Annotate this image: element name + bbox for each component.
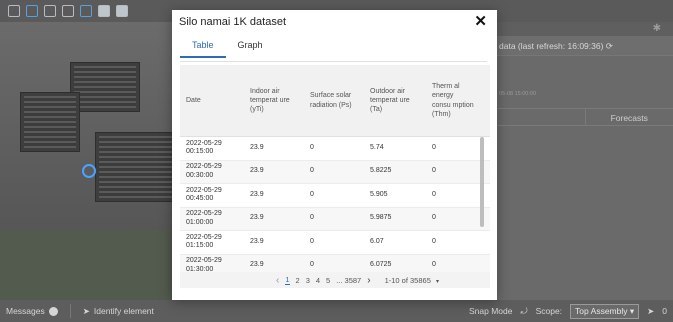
panel-timestamp: 05-08 15:00:00 [499,91,537,97]
cursor-icon: ➤ [82,305,90,316]
scope-value: Top Assembly [575,305,628,316]
cell-ps: 0 [310,190,314,198]
building-model [20,92,80,152]
page-2[interactable]: 2 [296,276,300,285]
table-row[interactable]: 2022-05-29 00:15:00 23.9 0 5.74 0 [180,137,490,161]
building-model [70,62,140,112]
column-header-indoor-air-temp[interactable]: Indoor air temperat ure (yTi) [244,65,304,136]
snap-mode-label[interactable]: Snap Mode [469,306,512,316]
table-row[interactable]: 2022-05-29 01:15:00 23.9 0 6.07 0 [180,231,490,255]
pointer-icon: ➤ [647,305,655,316]
modal-tabs: Table Graph [180,37,275,58]
cell-thm: 0 [432,167,436,175]
cell-ps: 0 [310,261,314,269]
selection-count: 0 [662,306,667,316]
hide-icon[interactable] [116,5,128,17]
page-5[interactable]: 5 [326,276,330,285]
cell-yti: 23.9 [250,214,264,222]
messages-label[interactable]: Messages [6,306,45,316]
panel-tabs: Forecasts [497,108,673,126]
box-tool-icon[interactable] [62,5,74,17]
panel-header: ✱ [497,22,673,36]
identify-element-label[interactable]: Identify element [94,306,154,316]
magnet-icon[interactable]: ⤾ [520,306,527,317]
cell-ta: 6.0725 [370,261,392,269]
page-size-select[interactable]: 1-10 of 35865 ▾ [385,276,439,285]
column-header-solar-radiation[interactable]: Surface solar radiation (Ps) [304,65,364,136]
panel-content: 05-08 15:00:00 [497,56,673,108]
cell-date: 2022-05-29 00:45:00 [186,186,222,203]
scope-label: Scope: [535,306,563,316]
page-4[interactable]: 4 [316,276,320,285]
section-tool-icon[interactable] [80,5,92,17]
cell-yti: 23.9 [250,190,264,198]
cell-ps: 0 [310,143,314,151]
modal-title: Silo namai 1K dataset [179,16,287,28]
layers-icon[interactable] [98,5,110,17]
sensor-beacon-icon[interactable] [82,164,96,178]
refresh-icon[interactable]: ⟳ [606,41,613,51]
cell-ps: 0 [310,167,314,175]
pagination: ‹ 1 2 3 4 5 ... 3587 › 1-10 of 35865 ▾ [180,272,490,288]
table-row[interactable]: 2022-05-29 00:45:00 23.9 0 5.905 0 [180,184,490,208]
cell-thm: 0 [432,190,436,198]
next-page-icon[interactable]: › [367,275,370,286]
3d-viewport[interactable] [0,22,200,300]
dataset-modal: Silo namai 1K dataset ✕ Table Graph Date… [172,10,497,300]
panel-tab-left[interactable] [497,109,586,125]
cell-yti: 23.9 [250,261,264,269]
cell-ps: 0 [310,214,314,222]
chevron-down-icon: ▾ [435,278,439,285]
tab-graph[interactable]: Graph [226,37,275,58]
column-header-thermal-energy[interactable]: Therm al energy consu mption (Thm) [426,65,480,136]
data-table: Date Indoor air temperat ure (yTi) Surfa… [180,65,490,275]
tab-table[interactable]: Table [180,37,226,58]
cell-ta: 5.905 [370,190,388,198]
line-tool-icon[interactable] [44,5,56,17]
close-icon[interactable]: ✕ [474,12,487,30]
cell-date: 2022-05-29 00:15:00 [186,139,222,156]
grid-icon[interactable] [8,5,20,17]
ground-plane [0,230,200,300]
table-row[interactable]: 2022-05-29 00:30:00 23.9 0 5.8225 0 [180,160,490,184]
pin-icon[interactable]: ✱ [653,23,661,34]
cell-date: 2022-05-29 00:30:00 [186,163,222,179]
page-range-text: 1-10 of 35865 [384,275,431,285]
cell-thm: 0 [432,143,436,151]
refresh-text: data (last refresh: 16:09:36) [499,41,604,51]
select-tool-icon[interactable] [26,5,38,17]
right-panel: ✱ data (last refresh: 16:09:36) ⟳ 05-08 … [497,22,673,300]
column-header-date[interactable]: Date [180,65,244,136]
messages-badge-icon [48,306,58,316]
prev-page-icon[interactable]: ‹ [276,275,279,286]
tab-divider [180,61,487,62]
cell-ta: 5.9875 [370,214,392,222]
page-3[interactable]: 3 [306,276,310,285]
cell-date: 2022-05-29 01:15:00 [186,233,222,250]
cell-yti: 23.9 [250,237,264,245]
cell-thm: 0 [432,214,436,222]
cell-ta: 5.8225 [370,167,392,175]
panel-tab-forecasts[interactable]: Forecasts [586,109,673,125]
cell-thm: 0 [432,261,436,269]
cell-ta: 6.07 [370,237,384,245]
table-row[interactable]: 2022-05-29 01:00:00 23.9 0 5.9875 0 [180,207,490,231]
divider [69,304,71,318]
scrollbar-thumb[interactable] [480,137,484,227]
cell-yti: 23.9 [250,143,264,151]
cell-thm: 0 [432,237,436,245]
cell-yti: 23.9 [250,167,264,175]
refresh-status: data (last refresh: 16:09:36) ⟳ [497,36,673,56]
status-bar: Messages ➤ Identify element Snap Mode ⤾ … [0,300,673,322]
cell-ta: 5.74 [370,143,384,151]
cell-ps: 0 [310,237,314,245]
scope-select[interactable]: Top Assembly ▾ [570,303,640,319]
column-header-outdoor-air-temp[interactable]: Outdoor air temperat ure (Ta) [364,65,426,136]
table-scrollbar[interactable] [480,137,484,275]
cell-date: 2022-05-29 01:00:00 [186,210,222,226]
page-last[interactable]: ... 3587 [336,276,361,285]
page-1[interactable]: 1 [285,275,290,285]
table-header: Date Indoor air temperat ure (yTi) Surfa… [180,65,490,137]
